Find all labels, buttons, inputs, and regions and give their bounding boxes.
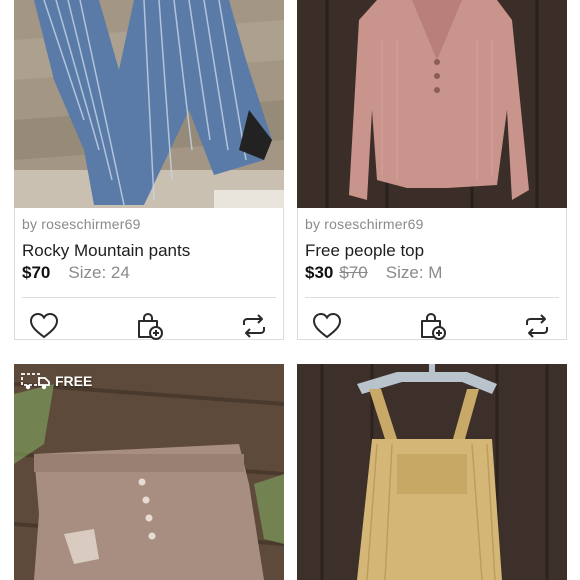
pink-henley-top-photo [297,0,567,208]
listing-card[interactable] [297,364,567,580]
bag-add-icon [421,312,446,340]
add-to-bundle-button[interactable] [135,311,165,341]
like-button[interactable] [29,311,59,341]
seller-name[interactable]: by roseschirmer69 [22,216,141,232]
price-line: $30 $70 Size: M [305,263,442,283]
divider [305,297,559,298]
heart-icon [312,312,342,339]
listing-photo[interactable] [297,364,567,580]
listing-card[interactable]: by roseschirmer69 Free people top $30 $70… [297,0,567,340]
listing-actions [15,303,283,347]
listing-info: by roseschirmer69 Rocky Mountain pants $… [14,208,284,340]
share-button[interactable] [522,311,552,341]
price: $70 [22,263,51,282]
denim-shorts-photo [14,364,284,580]
add-to-bundle-button[interactable] [418,311,448,341]
listing-title[interactable]: Rocky Mountain pants [22,241,190,261]
yellow-overalls-photo [297,364,567,580]
free-badge-label: FREE [55,373,93,389]
size-label: Size: M [385,263,443,282]
seller-name[interactable]: by roseschirmer69 [305,216,424,232]
like-button[interactable] [312,311,342,341]
listing-title[interactable]: Free people top [305,241,424,261]
share-button[interactable] [239,311,269,341]
listing-card[interactable]: FREE [14,364,284,580]
bag-add-icon [138,312,163,340]
striped-jeans-photo [14,0,284,208]
heart-icon [29,312,59,339]
listing-photo[interactable] [14,0,284,208]
size-label: Size: 24 [68,263,130,282]
price: $30 [305,263,334,282]
listing-info: by roseschirmer69 Free people top $30 $70… [297,208,567,340]
share-icon [526,314,548,338]
original-price: $70 [339,263,368,282]
listing-actions [298,303,566,347]
share-icon [243,314,265,338]
price-line: $70 Size: 24 [22,263,130,283]
listing-photo[interactable] [297,0,567,208]
truck-icon [21,373,50,390]
listing-photo[interactable] [14,364,284,580]
free-shipping-badge: FREE [21,372,92,390]
listing-card[interactable]: by roseschirmer69 Rocky Mountain pants $… [14,0,284,340]
divider [22,297,276,298]
